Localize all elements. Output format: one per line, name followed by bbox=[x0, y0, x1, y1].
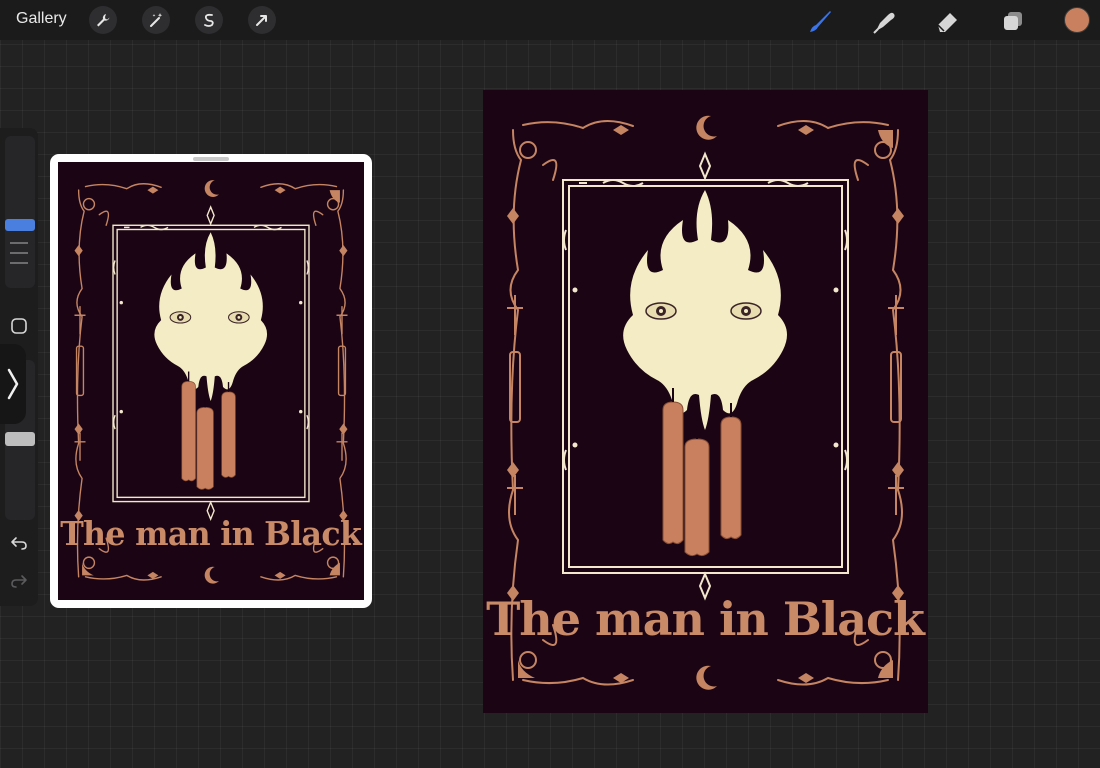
reference-window-handle[interactable] bbox=[193, 157, 229, 161]
top-toolbar: Gallery bbox=[0, 0, 1100, 40]
artwork-title: The man in Black bbox=[486, 592, 926, 646]
opacity-slider-thumb[interactable] bbox=[5, 432, 35, 446]
sidebar-toggle[interactable] bbox=[0, 344, 26, 424]
reference-artwork: The man in Black bbox=[58, 162, 364, 600]
size-slider-thumb[interactable] bbox=[5, 219, 35, 231]
eraser-icon[interactable] bbox=[933, 6, 963, 36]
reference-window[interactable]: The man in Black bbox=[50, 154, 372, 608]
reference-artwork-title: The man in Black bbox=[60, 515, 362, 553]
slider-grip-line bbox=[10, 242, 28, 244]
wrench-icon[interactable] bbox=[89, 6, 117, 34]
brush-icon[interactable] bbox=[805, 6, 835, 36]
drawing-canvas[interactable]: The man in Black bbox=[483, 90, 928, 713]
slider-grip-line bbox=[10, 262, 28, 264]
color-picker-swatch[interactable] bbox=[1064, 7, 1090, 33]
redo-icon[interactable] bbox=[6, 568, 32, 594]
modify-square-icon[interactable] bbox=[6, 313, 32, 339]
slider-grip-line bbox=[10, 252, 28, 254]
size-slider[interactable] bbox=[5, 136, 35, 288]
gallery-button[interactable]: Gallery bbox=[16, 10, 67, 28]
selection-icon[interactable] bbox=[195, 6, 223, 34]
undo-icon[interactable] bbox=[6, 530, 32, 556]
chevron-right-icon bbox=[7, 368, 19, 400]
layers-icon[interactable] bbox=[998, 6, 1028, 36]
move-arrow-icon[interactable] bbox=[248, 6, 276, 34]
smudge-icon[interactable] bbox=[869, 6, 899, 36]
magic-wand-icon[interactable] bbox=[142, 6, 170, 34]
